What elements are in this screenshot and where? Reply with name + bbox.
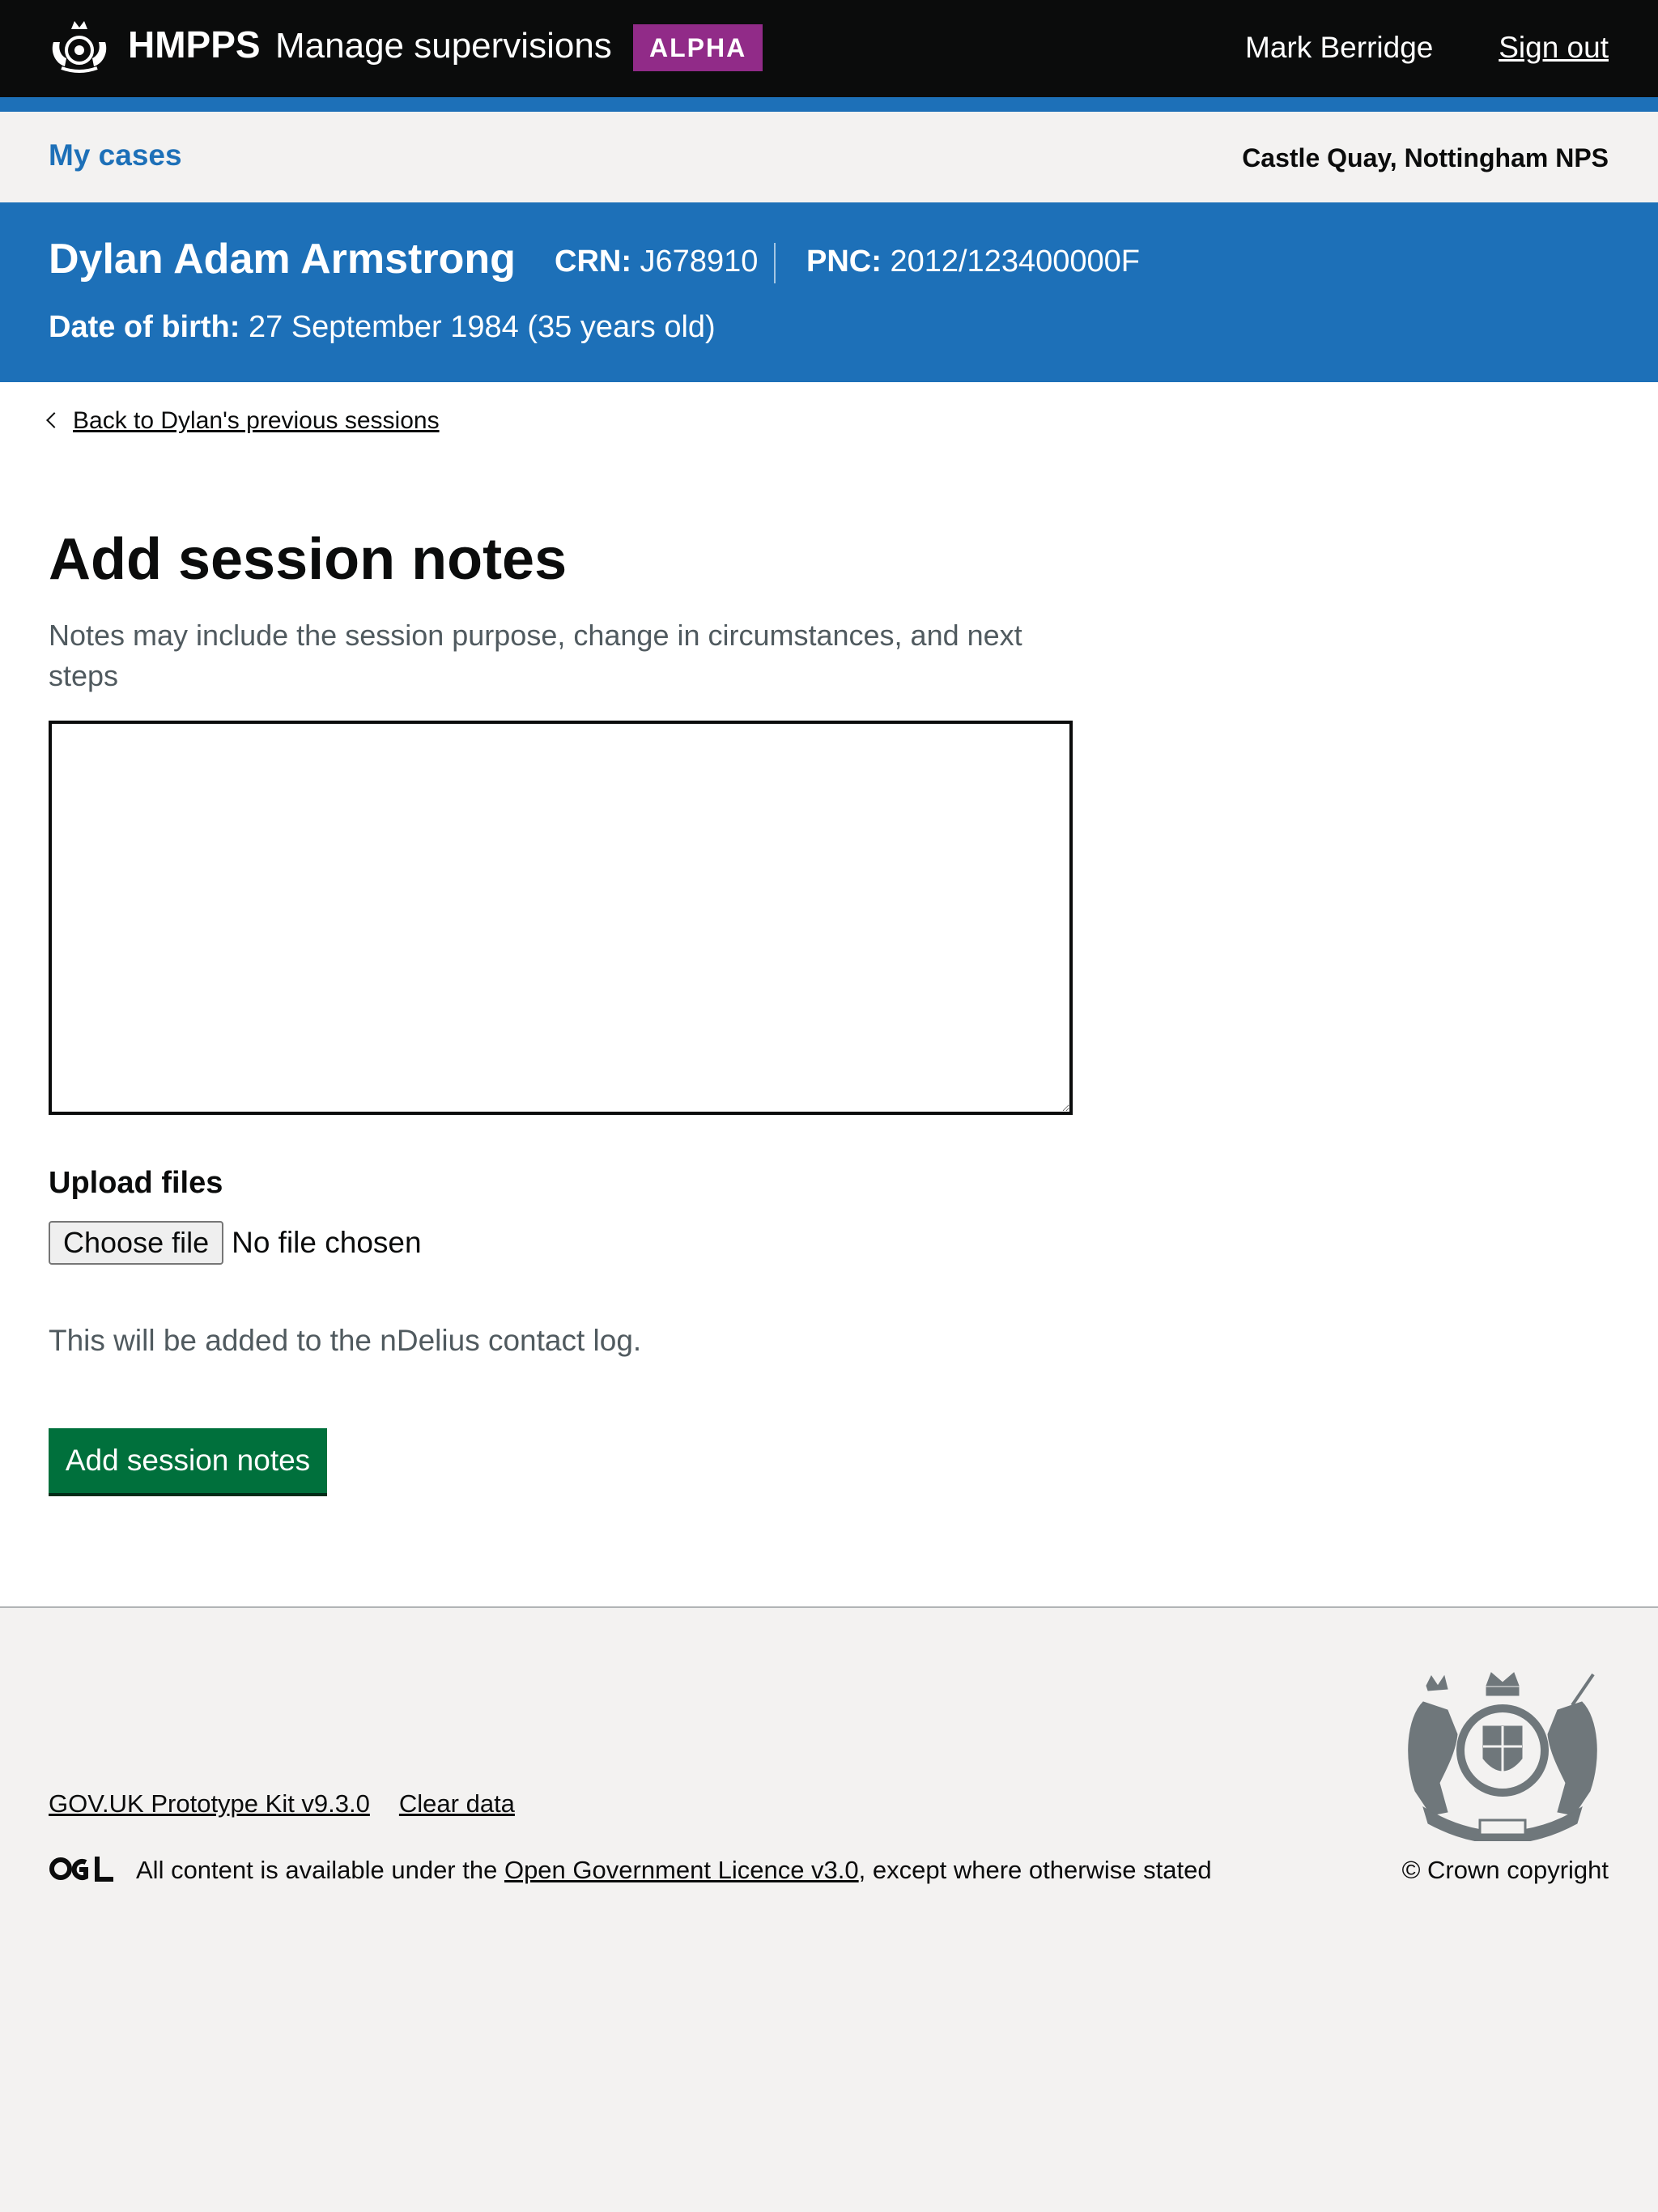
footer-links: GOV.UK Prototype Kit v9.3.0 Clear data: [49, 1789, 515, 1819]
back-link-row: Back to Dylan's previous sessions: [46, 407, 440, 435]
header-accent-bar: [0, 97, 1658, 112]
dob-value: 27 September 1984 (35 years old): [249, 310, 716, 344]
crn-value: J678910: [640, 245, 759, 279]
ogl-logo-icon: [49, 1857, 113, 1882]
ogl-link[interactable]: Open Government Licence v3.0: [504, 1856, 859, 1884]
contact-log-info: This will be added to the nDelius contac…: [49, 1324, 642, 1357]
page-title: Add session notes: [49, 527, 568, 592]
person-name: Dylan Adam Armstrong: [49, 236, 516, 283]
crn-label: CRN:: [555, 245, 631, 279]
notes-hint: Notes may include the session purpose, c…: [49, 619, 1022, 692]
pnc-label: PNC:: [806, 245, 882, 279]
date-of-birth: Date of birth: 27 September 1984 (35 yea…: [49, 310, 716, 345]
sign-out-link[interactable]: Sign out: [1499, 31, 1609, 65]
pnc: PNC: 2012/123400000F: [806, 245, 1140, 279]
user-name: Mark Berridge: [1245, 31, 1434, 64]
choose-file-button[interactable]: Choose file: [49, 1221, 224, 1265]
brand-name[interactable]: HMPPS: [128, 23, 261, 66]
service-name[interactable]: Manage supervisions: [275, 26, 612, 66]
site-header: HMPPS Manage supervisions ALPHA Mark Ber…: [0, 0, 1658, 97]
crn: CRN: J678910: [555, 245, 758, 279]
upload-files-label: Upload files: [49, 1166, 223, 1200]
footer-divider: [0, 1606, 1658, 1608]
session-notes-textarea[interactable]: [49, 721, 1073, 1115]
crown-copyright: © Crown copyright: [1401, 1856, 1609, 1884]
licence-text: All content is available under the Open …: [136, 1856, 1212, 1885]
person-banner: [0, 202, 1658, 382]
add-session-notes-button[interactable]: Add session notes: [49, 1428, 327, 1493]
my-cases-link[interactable]: My cases: [49, 138, 182, 172]
pnc-value: 2012/123400000F: [890, 245, 1140, 279]
licence-prefix: All content is available under the: [136, 1856, 504, 1884]
back-link[interactable]: Back to Dylan's previous sessions: [73, 407, 440, 434]
royal-crest-icon: [52, 21, 107, 73]
chevron-left-icon: [46, 412, 62, 428]
clear-data-link[interactable]: Clear data: [399, 1789, 515, 1819]
royal-coat-of-arms-icon: [1408, 1672, 1597, 1841]
file-status: No file chosen: [232, 1226, 422, 1259]
phase-tag: ALPHA: [633, 24, 763, 71]
prototype-kit-link[interactable]: GOV.UK Prototype Kit v9.3.0: [49, 1789, 370, 1819]
file-upload: Choose file No file chosen: [49, 1221, 422, 1265]
banner-divider: [774, 243, 776, 283]
dob-label: Date of birth:: [49, 310, 240, 344]
licence-suffix: , except where otherwise stated: [858, 1856, 1212, 1884]
office-location: Castle Quay, Nottingham NPS: [1242, 143, 1609, 172]
